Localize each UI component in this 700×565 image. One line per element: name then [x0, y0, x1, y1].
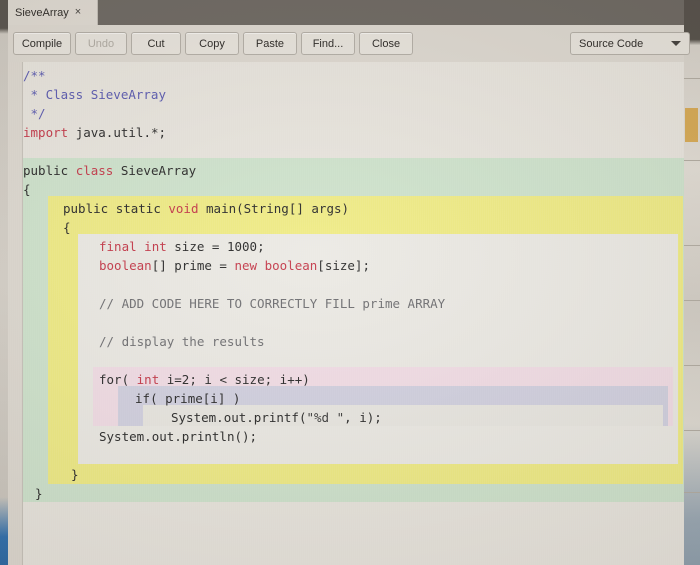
code-line: {	[23, 182, 31, 197]
code-line: import java.util.*;	[23, 125, 167, 140]
code-line: System.out.printf("%d ", i);	[171, 410, 382, 425]
code-line: // ADD CODE HERE TO CORRECTLY FILL prime…	[99, 296, 446, 311]
code-line: }	[71, 467, 79, 482]
toolbar-button-undo: Undo	[75, 32, 127, 55]
code-line: final int size = 1000;	[99, 239, 265, 254]
photo-background-right	[684, 0, 700, 565]
code-line: public static void main(String[] args)	[63, 201, 350, 216]
code-line: if( prime[i] )	[135, 391, 241, 406]
code-line: */	[23, 106, 46, 121]
close-icon[interactable]: ×	[75, 7, 81, 18]
toolbar-button-copy[interactable]: Copy	[185, 32, 239, 55]
editor-tab-sievearray[interactable]: SieveArray ×	[8, 0, 98, 25]
screenshot-root: SieveArray × Compile Undo Cut Copy Paste Find…	[0, 0, 700, 565]
title-bar: SieveArray ×	[8, 0, 684, 25]
code-line: public class SieveArray	[23, 163, 197, 178]
code-line: System.out.println();	[99, 429, 258, 444]
code-line: boolean[] prime = new boolean[size];	[99, 258, 370, 273]
code-lines[interactable]: /** * Class SieveArray */ import java.uti…	[23, 62, 684, 565]
view-mode-select[interactable]: Source Code	[570, 32, 690, 55]
photo-background-left	[0, 0, 8, 565]
code-line: * Class SieveArray	[23, 87, 166, 102]
editor-gutter	[8, 62, 23, 565]
toolbar-button-cut[interactable]: Cut	[131, 32, 181, 55]
code-line: {	[63, 220, 71, 235]
source-code-editor[interactable]: /** * Class SieveArray */ import java.uti…	[8, 62, 684, 565]
toolbar-button-find[interactable]: Find...	[301, 32, 355, 55]
toolbar-button-compile[interactable]: Compile	[13, 32, 71, 55]
toolbar: Compile Undo Cut Copy Paste Find... Close Sour…	[8, 25, 690, 63]
editor-tab-label: SieveArray	[15, 6, 69, 19]
code-line: /**	[23, 68, 46, 83]
code-line: }	[35, 486, 43, 501]
toolbar-button-paste[interactable]: Paste	[243, 32, 297, 55]
code-line: // display the results	[99, 334, 265, 349]
toolbar-button-close[interactable]: Close	[359, 32, 413, 55]
chevron-down-icon	[671, 41, 681, 46]
view-mode-select-value: Source Code	[579, 37, 644, 50]
background-object	[685, 108, 698, 142]
code-line: for( int i=2; i < size; i++)	[99, 372, 310, 387]
